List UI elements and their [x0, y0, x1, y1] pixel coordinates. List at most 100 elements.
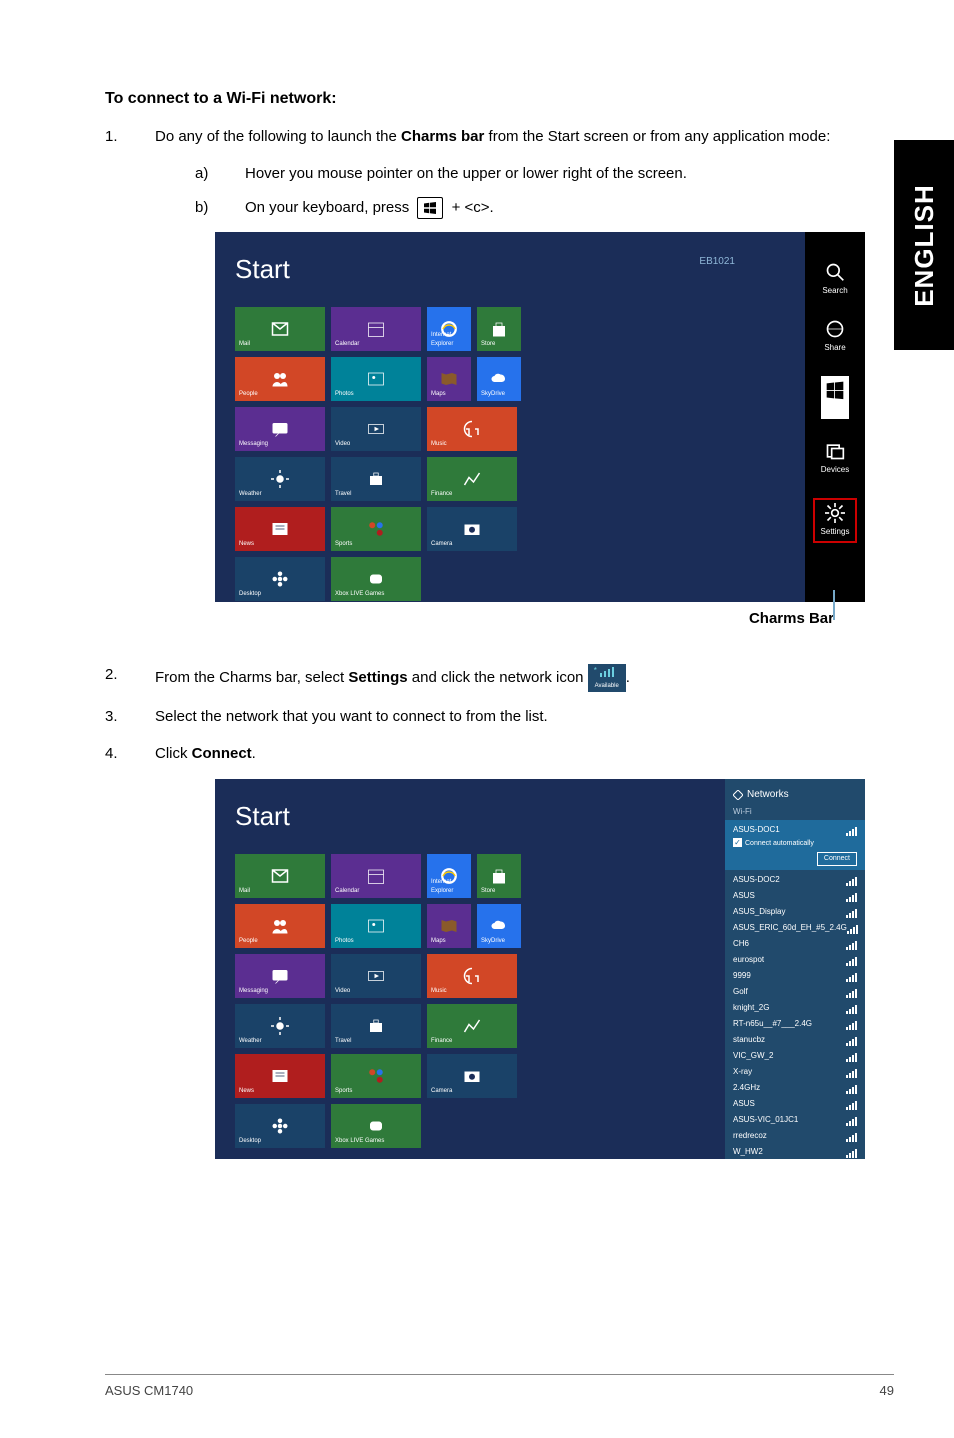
charm-devices[interactable]: Devices — [821, 441, 849, 476]
tile-store[interactable]: Store — [477, 307, 521, 351]
tile-weather[interactable]: Weather — [235, 457, 325, 501]
tile-weather[interactable]: Weather — [235, 1004, 325, 1048]
footer-page: 49 — [880, 1383, 894, 1398]
step-text: Click — [155, 745, 192, 762]
tile-internet-explorer[interactable]: Internet Explorer — [427, 854, 471, 898]
tile-music[interactable]: Music — [427, 407, 517, 451]
substep-letter: b) — [195, 197, 245, 220]
windows-key-icon — [417, 197, 443, 219]
network-row[interactable]: W_HW2 — [725, 1144, 865, 1159]
tile-finance[interactable]: Finance — [427, 457, 517, 501]
footer-model: ASUS CM1740 — [105, 1383, 193, 1398]
sub-list: a) Hover you mouse pointer on the upper … — [155, 163, 894, 220]
tile-news[interactable]: News — [235, 507, 325, 551]
tile-sports[interactable]: Sports — [331, 507, 421, 551]
tile-skydrive[interactable]: SkyDrive — [477, 357, 521, 401]
tile-maps[interactable]: Maps — [427, 357, 471, 401]
side-tab-label: ENGLISH — [909, 184, 940, 307]
start-title: Start — [235, 797, 705, 836]
charm-start[interactable]: Start — [821, 376, 849, 419]
tile-desktop[interactable]: Desktop — [235, 557, 325, 601]
substep-letter: a) — [195, 163, 245, 186]
step-text: and click the network icon — [408, 669, 588, 686]
network-row[interactable]: ASUS — [725, 1096, 865, 1112]
step-body: Click Connect. Start Mail People Messaging… — [155, 743, 894, 1160]
step-number: 4. — [105, 743, 155, 1160]
charm-settings[interactable]: Settings — [813, 498, 858, 543]
side-tab-english: ENGLISH — [894, 140, 954, 350]
charms-caption: Charms Bar — [155, 608, 834, 631]
tile-desktop[interactable]: Desktop — [235, 1104, 325, 1148]
tile-people[interactable]: People — [235, 357, 325, 401]
tile-skydrive[interactable]: SkyDrive — [477, 904, 521, 948]
tile-mail[interactable]: Mail — [235, 854, 325, 898]
network-row[interactable]: X-ray — [725, 1064, 865, 1080]
step-number: 1. — [105, 126, 155, 650]
networks-header: Networks — [725, 785, 865, 806]
tile-messaging[interactable]: Messaging — [235, 954, 325, 998]
step-body: Do any of the following to launch the Ch… — [155, 126, 894, 650]
tile-finance[interactable]: Finance — [427, 1004, 517, 1048]
network-row[interactable]: Golf — [725, 984, 865, 1000]
tile-music[interactable]: Music — [427, 954, 517, 998]
page-footer: ASUS CM1740 49 — [105, 1374, 894, 1398]
tile-photos[interactable]: Photos — [331, 357, 421, 401]
network-row[interactable]: eurospot — [725, 952, 865, 968]
step-text: From the Charms bar, select — [155, 669, 348, 686]
step-text: Do any of the following to launch the — [155, 128, 401, 145]
selected-network[interactable]: ASUS-DOC1 ✓Connect automatically Connect — [725, 820, 865, 870]
checkbox-icon[interactable]: ✓ — [733, 838, 742, 847]
wifi-label: Wi-Fi — [725, 806, 865, 820]
tile-xbox-live-games[interactable]: Xbox LIVE Games — [331, 1104, 421, 1148]
tile-video[interactable]: Video — [331, 407, 421, 451]
tile-calendar[interactable]: Calendar — [331, 854, 421, 898]
step-text: Select the network that you want to conn… — [155, 706, 894, 729]
tile-internet-explorer[interactable]: Internet Explorer — [427, 307, 471, 351]
step-bold: Connect — [192, 745, 252, 762]
network-row[interactable]: rredrecoz — [725, 1128, 865, 1144]
user-label: EB1021 — [699, 254, 735, 269]
tile-travel[interactable]: Travel — [331, 457, 421, 501]
network-row[interactable]: 9999 — [725, 968, 865, 984]
network-row[interactable]: stanucbz — [725, 1032, 865, 1048]
network-row[interactable]: VIC_GW_2 — [725, 1048, 865, 1064]
network-row[interactable]: ASUS_Display — [725, 904, 865, 920]
tile-messaging[interactable]: Messaging — [235, 407, 325, 451]
substep-text: On your keyboard, press + <c>. — [245, 197, 894, 220]
tile-calendar[interactable]: Calendar — [331, 307, 421, 351]
tile-sports[interactable]: Sports — [331, 1054, 421, 1098]
tile-video[interactable]: Video — [331, 954, 421, 998]
step-body: From the Charms bar, select Settings and… — [155, 664, 894, 692]
tile-travel[interactable]: Travel — [331, 1004, 421, 1048]
tile-news[interactable]: News — [235, 1054, 325, 1098]
figure-networks: Start Mail People Messaging Weather News Desk… — [215, 779, 865, 1159]
network-row[interactable]: knight_2G — [725, 1000, 865, 1016]
connect-button[interactable]: Connect — [817, 852, 857, 867]
network-row[interactable]: RT-n65u__#7___2.4G — [725, 1016, 865, 1032]
tile-photos[interactable]: Photos — [331, 904, 421, 948]
step-text: . — [626, 669, 630, 686]
step-bold: Settings — [348, 669, 407, 686]
tile-mail[interactable]: Mail — [235, 307, 325, 351]
network-row[interactable]: CH6 — [725, 936, 865, 952]
callout-line — [833, 590, 835, 620]
network-row[interactable]: ASUS-DOC2 — [725, 872, 865, 888]
network-available-icon: * Available — [588, 664, 626, 692]
tile-camera[interactable]: Camera — [427, 1054, 517, 1098]
step-list: 1. Do any of the following to launch the… — [105, 126, 894, 1159]
tile-camera[interactable]: Camera — [427, 507, 517, 551]
network-row[interactable]: ASUS — [725, 888, 865, 904]
step-number: 2. — [105, 664, 155, 692]
tile-store[interactable]: Store — [477, 854, 521, 898]
network-row[interactable]: 2.4GHz — [725, 1080, 865, 1096]
network-row[interactable]: ASUS_ERIC_60d_EH_#5_2.4G — [725, 920, 865, 936]
charm-share[interactable]: Share — [824, 319, 845, 354]
charm-search[interactable]: Search — [822, 262, 847, 297]
tile-maps[interactable]: Maps — [427, 904, 471, 948]
step-text: from the Start screen or from any applic… — [484, 128, 830, 145]
tile-people[interactable]: People — [235, 904, 325, 948]
tile-xbox-live-games[interactable]: Xbox LIVE Games — [331, 557, 421, 601]
step-text: . — [252, 745, 256, 762]
network-row[interactable]: ASUS-VIC_01JC1 — [725, 1112, 865, 1128]
step-bold: Charms bar — [401, 128, 484, 145]
